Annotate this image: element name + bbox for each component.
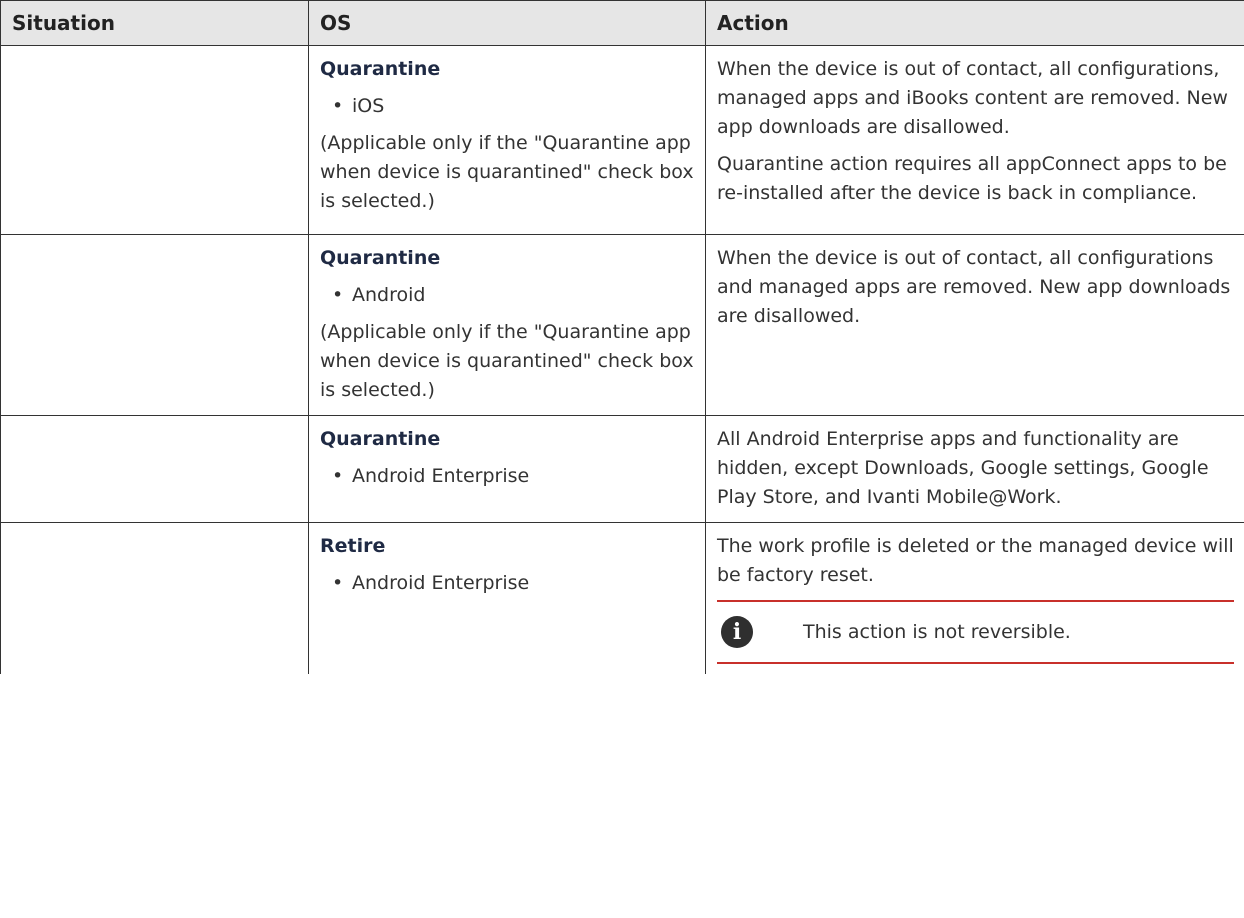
os-list-item: • Android Enterprise	[332, 462, 695, 491]
os-list-item: • Android	[332, 281, 695, 310]
action-cell: When the device is out of contact, all c…	[705, 234, 1244, 416]
note-text: This action is not reversible.	[803, 620, 1071, 643]
action-paragraph: The work profile is deleted or the manag…	[717, 535, 1234, 586]
os-note: (Applicable only if the "Quarantine app …	[320, 321, 694, 401]
action-cell: The work profile is deleted or the manag…	[705, 522, 1244, 674]
situation-cell	[0, 522, 309, 674]
action-cell: When the device is out of contact, all c…	[705, 45, 1244, 235]
os-cell: Retire • Android Enterprise	[308, 522, 706, 674]
header-os: OS	[308, 0, 706, 46]
os-list-item: • Android Enterprise	[332, 569, 695, 598]
action-cell: All Android Enterprise apps and function…	[705, 415, 1244, 523]
situation-cell	[0, 415, 309, 523]
bullet-icon: •	[332, 284, 344, 306]
situation-cell	[0, 45, 309, 235]
os-action-title: Quarantine	[320, 58, 441, 80]
os-cell: Quarantine • Android (Applicable only if …	[308, 234, 706, 416]
table-row: Retire • Android Enterprise The work prof…	[0, 522, 1244, 674]
os-action-title: Retire	[320, 535, 386, 557]
action-paragraph: Quarantine action requires all appConnec…	[717, 153, 1227, 204]
note-callout: i This action is not reversible.	[717, 600, 1234, 664]
bullet-icon: •	[332, 572, 344, 594]
table-row: Quarantine • Android (Applicable only if …	[0, 234, 1244, 416]
bullet-icon: •	[332, 95, 344, 117]
os-list: • Android Enterprise	[320, 462, 695, 491]
header-action: Action	[705, 0, 1244, 46]
os-list: • Android	[320, 281, 695, 310]
os-list-item: • iOS	[332, 92, 695, 121]
os-list: • Android Enterprise	[320, 569, 695, 598]
os-action-title: Quarantine	[320, 428, 441, 450]
os-note: (Applicable only if the "Quarantine app …	[320, 132, 694, 212]
action-paragraph: When the device is out of contact, all c…	[717, 247, 1231, 327]
situation-cell	[0, 234, 309, 416]
header-situation: Situation	[0, 0, 309, 46]
table-header-row: Situation OS Action	[0, 0, 1244, 46]
bullet-icon: •	[332, 465, 344, 487]
os-action-title: Quarantine	[320, 247, 441, 269]
info-icon: i	[721, 616, 753, 648]
os-cell: Quarantine • Android Enterprise	[308, 415, 706, 523]
action-paragraph: All Android Enterprise apps and function…	[717, 428, 1209, 508]
table-row: Quarantine • iOS (Applicable only if the …	[0, 45, 1244, 235]
action-paragraph: When the device is out of contact, all c…	[717, 58, 1228, 138]
table-row: Quarantine • Android Enterprise All Andro…	[0, 415, 1244, 523]
os-list: • iOS	[320, 92, 695, 121]
os-actions-table: Situation OS Action Quarantine • iOS (App…	[0, 0, 1244, 674]
os-cell: Quarantine • iOS (Applicable only if the …	[308, 45, 706, 235]
